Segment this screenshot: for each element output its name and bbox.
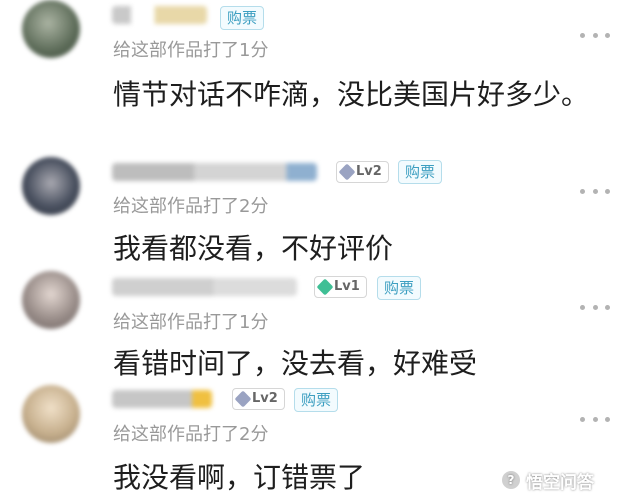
- level-label: Lv2: [356, 164, 382, 179]
- watermark: ? 悟空问答: [500, 466, 594, 494]
- wukong-logo-icon: ?: [500, 469, 522, 491]
- user-level-badge: Lv2: [232, 388, 285, 410]
- comment-text: 看错时间了，没去看，好难受: [113, 347, 478, 380]
- avatar[interactable]: [22, 0, 80, 58]
- rating-text: 给这部作品打了2分: [113, 424, 269, 445]
- level-gem-icon: [338, 163, 356, 181]
- more-options-icon[interactable]: [580, 30, 610, 40]
- username[interactable]: [112, 6, 207, 24]
- buy-ticket-badge: 购票: [294, 388, 339, 412]
- rating-text: 给这部作品打了2分: [113, 196, 269, 217]
- more-options-icon[interactable]: [580, 414, 610, 424]
- more-options-icon[interactable]: [580, 302, 610, 312]
- username[interactable]: [112, 278, 297, 296]
- username[interactable]: [112, 163, 317, 181]
- level-label: Lv2: [252, 391, 278, 406]
- level-gem-icon: [234, 390, 252, 408]
- comment-text: 情节对话不咋滴，没比美国片好多少。: [113, 78, 590, 111]
- username[interactable]: [112, 390, 212, 408]
- more-options-icon[interactable]: [580, 186, 610, 196]
- buy-ticket-badge: 购票: [220, 6, 265, 30]
- avatar[interactable]: [22, 157, 80, 215]
- level-gem-icon: [316, 278, 334, 296]
- rating-text: 给这部作品打了1分: [113, 40, 269, 61]
- user-level-badge: Lv1: [314, 276, 367, 298]
- buy-ticket-badge: 购票: [398, 160, 443, 184]
- comment-text: 我看都没看，不好评价: [113, 232, 394, 265]
- level-label: Lv1: [334, 279, 360, 294]
- avatar[interactable]: [22, 385, 80, 443]
- user-level-badge: Lv2: [336, 161, 389, 183]
- avatar[interactable]: [22, 271, 80, 329]
- rating-text: 给这部作品打了1分: [113, 312, 269, 333]
- watermark-text: 悟空问答: [526, 472, 594, 493]
- buy-ticket-badge: 购票: [377, 276, 422, 300]
